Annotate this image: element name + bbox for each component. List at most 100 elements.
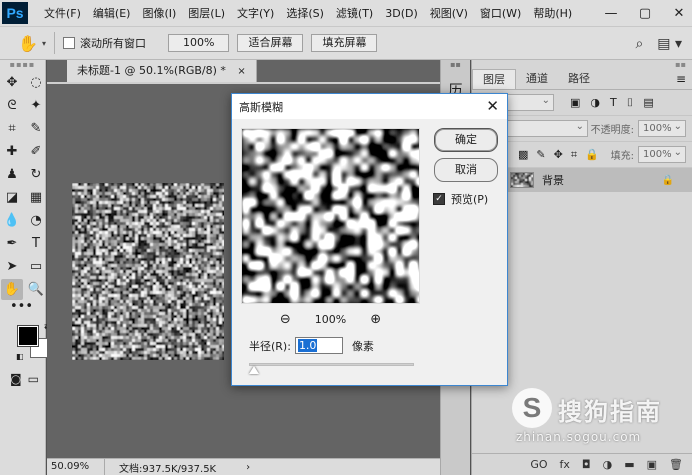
status-menu-arrow[interactable]: › <box>246 462 250 473</box>
smart-object-filter-icon[interactable]: ▤ <box>643 96 653 110</box>
eyedropper-tool-icon[interactable]: ✎ <box>25 118 47 139</box>
delete-layer-icon[interactable]: 🗑 <box>669 458 683 471</box>
healing-brush-tool-icon[interactable]: ✚ <box>1 141 23 162</box>
menu-type[interactable]: 文字(Y) <box>231 5 280 21</box>
quick-mask-icon[interactable]: ◙ <box>10 372 22 386</box>
more-tools-icon[interactable]: ••• <box>0 300 45 318</box>
lock-all-icon[interactable]: 🔒 <box>585 148 599 162</box>
lock-transparent-icon[interactable]: ▩ <box>518 148 528 162</box>
cancel-button[interactable]: 取消 <box>434 158 498 182</box>
blur-preview[interactable] <box>241 128 420 304</box>
lock-pixels-icon[interactable]: ✎ <box>536 148 545 162</box>
radius-slider-thumb[interactable] <box>249 366 260 374</box>
shape-filter-icon[interactable]: ⌷ <box>627 96 634 110</box>
menu-help[interactable]: 帮助(H) <box>527 5 578 21</box>
new-layer-icon[interactable]: ▣ <box>647 458 657 471</box>
zoom-in-icon[interactable]: ⊕ <box>370 312 381 327</box>
menu-view[interactable]: 视图(V) <box>424 5 474 21</box>
zoom-100-button[interactable]: 100% <box>168 34 230 52</box>
default-colors-icon[interactable]: ◧ <box>16 352 24 361</box>
menu-3d[interactable]: 3D(D) <box>379 7 424 20</box>
menu-image[interactable]: 图像(I) <box>136 5 182 21</box>
document-canvas[interactable] <box>72 183 225 360</box>
minimize-icon[interactable]: — <box>604 6 618 21</box>
layers-footer: GO fx ◘ ◑ ▬ ▣ 🗑 <box>472 453 692 475</box>
preview-checkbox-row[interactable]: ✓ 预览(P) <box>433 191 488 207</box>
history-brush-tool-icon[interactable]: ↻ <box>25 164 47 185</box>
menu-select[interactable]: 选择(S) <box>280 5 330 21</box>
zoom-tool-icon[interactable]: 🔍 <box>25 279 47 300</box>
adjustment-filter-icon[interactable]: ◑ <box>590 96 600 110</box>
tab-layers[interactable]: 图层 <box>472 69 516 89</box>
blur-tool-icon[interactable]: 💧 <box>1 210 23 231</box>
preview-zoom-controls: ⊖ 100% ⊕ <box>241 312 420 327</box>
fx-icon[interactable]: fx <box>560 458 570 471</box>
add-mask-icon[interactable]: ◘ <box>582 458 591 471</box>
gaussian-blur-dialog: 高斯模糊 ✕ ⊖ 100% ⊕ 半径(R): 1.0 像素 确定 取消 ✓ 预览… <box>231 93 508 386</box>
lock-position-icon[interactable]: ✥ <box>554 148 563 162</box>
screen-mode-icon[interactable]: ▭ <box>28 372 39 386</box>
adjustment-layer-icon[interactable]: ◑ <box>603 458 613 471</box>
dialog-titlebar[interactable]: 高斯模糊 ✕ <box>232 94 507 119</box>
menu-filter[interactable]: 滤镜(T) <box>330 5 379 21</box>
close-icon[interactable]: ✕ <box>486 97 499 115</box>
move-tool-icon[interactable]: ✥ <box>1 72 23 93</box>
lock-artboard-icon[interactable]: ⌗ <box>571 148 577 162</box>
radius-row: 半径(R): 1.0 像素 <box>249 337 374 354</box>
foreground-color-swatch[interactable] <box>17 325 39 347</box>
type-filter-icon[interactable]: T <box>610 96 617 110</box>
fill-input[interactable]: 100% <box>638 145 686 163</box>
gradient-tool-icon[interactable]: ▦ <box>25 187 47 208</box>
status-zoom[interactable]: 50.09% <box>47 459 105 475</box>
close-icon[interactable]: ✕ <box>672 6 686 21</box>
brush-tool-icon[interactable]: ✐ <box>25 141 47 162</box>
panel-grip[interactable]: ▪▪▪▪ <box>0 60 45 70</box>
radius-unit: 像素 <box>351 339 374 353</box>
stamp-tool-icon[interactable]: ♟ <box>1 164 23 185</box>
path-selection-tool-icon[interactable]: ➤ <box>1 256 23 277</box>
hand-tool-icon[interactable]: ✋ <box>1 279 23 300</box>
marquee-tool-icon[interactable]: ◌ <box>25 72 47 93</box>
scroll-all-windows-checkbox[interactable] <box>63 37 76 49</box>
menu-window[interactable]: 窗口(W) <box>474 5 527 21</box>
eraser-tool-icon[interactable]: ◪ <box>1 187 23 208</box>
fill-screen-button[interactable]: 填充屏幕 <box>311 34 378 52</box>
toolbar-bottom: ◙ ▭ <box>0 372 45 386</box>
hand-tool-preset-icon[interactable]: ✋ <box>18 34 40 53</box>
magic-wand-tool-icon[interactable]: ✦ <box>25 95 47 116</box>
watermark-url: zhinan.sogou.com <box>516 430 642 444</box>
radius-slider-track[interactable] <box>249 363 414 366</box>
zoom-out-icon[interactable]: ⊖ <box>280 312 291 327</box>
close-document-icon[interactable]: × <box>237 66 245 77</box>
panel-grip[interactable]: ▪▪ <box>441 60 470 72</box>
pixel-filter-icon[interactable]: ▣ <box>570 96 580 110</box>
pen-tool-icon[interactable]: ✒ <box>1 233 23 254</box>
menu-layer[interactable]: 图层(L) <box>182 5 231 21</box>
ok-button[interactable]: 确定 <box>434 128 498 152</box>
link-layers-icon[interactable]: GO <box>530 458 547 471</box>
search-icon[interactable]: ⌕ <box>635 36 643 52</box>
document-tab[interactable]: 未标题-1 @ 50.1%(RGB/8) * × <box>67 60 257 82</box>
dodge-tool-icon[interactable]: ◔ <box>25 210 47 231</box>
fit-screen-button[interactable]: 适合屏幕 <box>237 34 304 52</box>
panel-tabs: 图层 通道 路径 ≡ <box>472 69 692 90</box>
radius-input[interactable]: 1.0 <box>294 337 343 354</box>
tab-channels[interactable]: 通道 <box>516 69 558 89</box>
preview-checkbox[interactable]: ✓ <box>433 193 445 205</box>
divider <box>54 32 56 54</box>
rectangle-tool-icon[interactable]: ▭ <box>25 256 47 277</box>
menu-file[interactable]: 文件(F) <box>38 5 87 21</box>
panel-menu-icon[interactable]: ≡ <box>676 72 686 86</box>
type-tool-icon[interactable]: T <box>25 233 47 254</box>
layer-name: 背景 <box>542 174 564 187</box>
menu-edit[interactable]: 编辑(E) <box>87 5 137 21</box>
crop-tool-icon[interactable]: ⌗ <box>1 118 23 139</box>
workspace-icon[interactable]: ▤ ▾ <box>657 36 682 52</box>
opacity-input[interactable]: 100% <box>638 119 686 137</box>
tab-paths[interactable]: 路径 <box>558 69 600 89</box>
chevron-down-icon[interactable]: ▾ <box>42 39 46 48</box>
new-group-icon[interactable]: ▬ <box>624 458 634 471</box>
lasso-tool-icon[interactable]: ᘓ <box>1 95 23 116</box>
window-controls: — ▢ ✕ <box>604 0 686 26</box>
restore-icon[interactable]: ▢ <box>638 6 652 21</box>
